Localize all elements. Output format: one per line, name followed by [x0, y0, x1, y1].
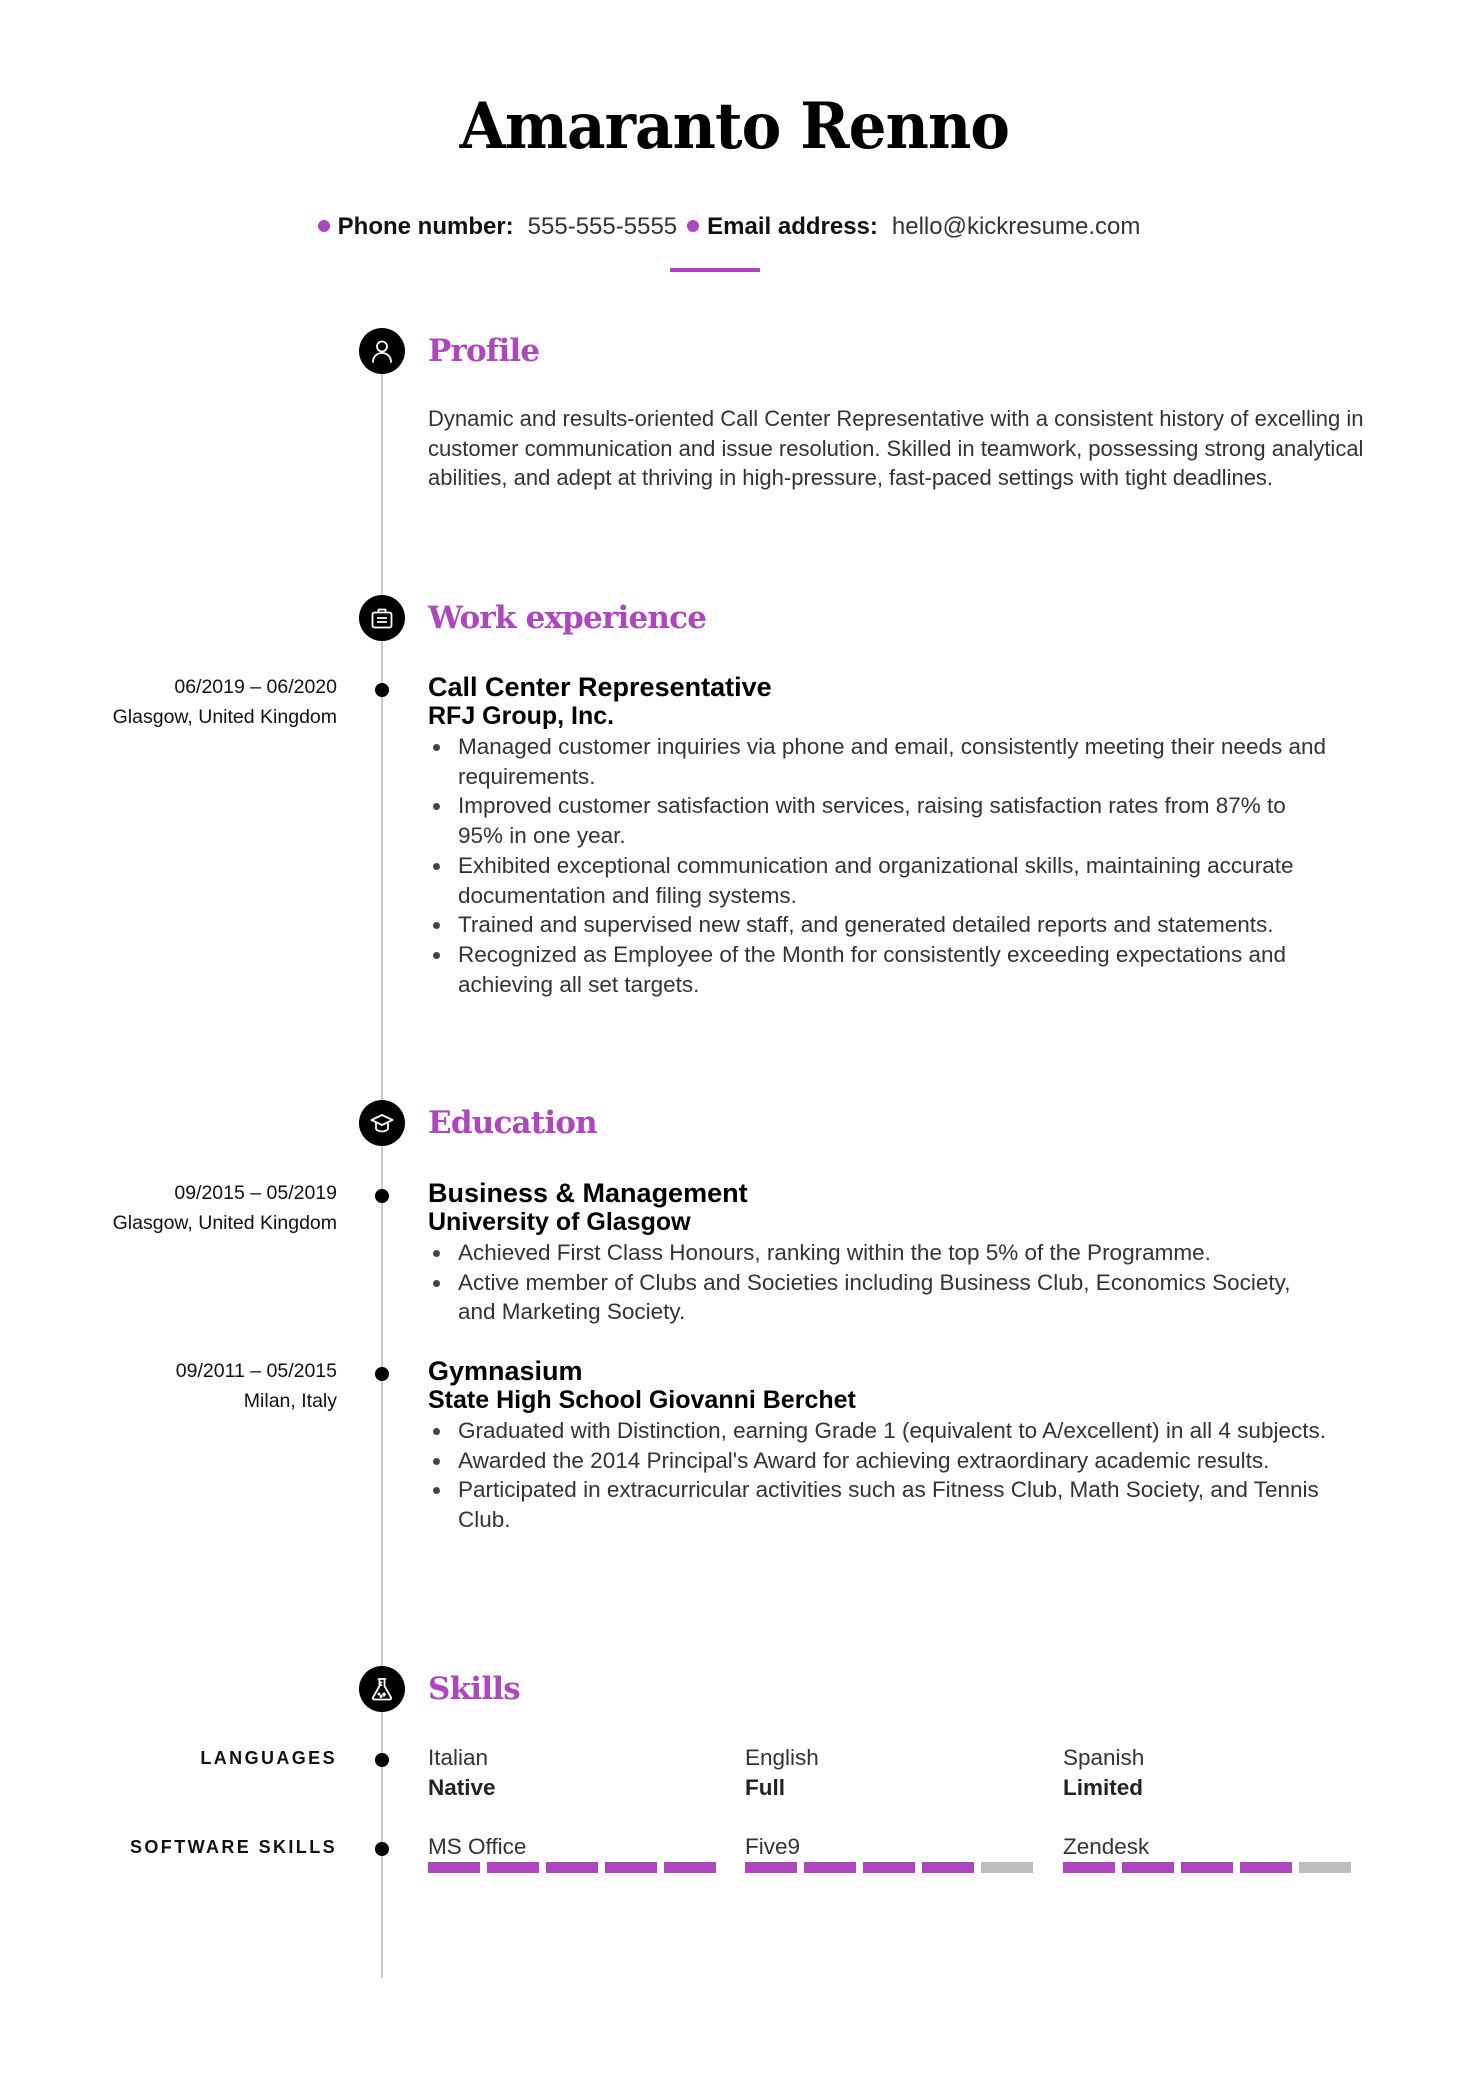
profile-summary: Dynamic and results-oriented Call Center…: [428, 406, 1364, 491]
rating-segment-filled: [1181, 1862, 1233, 1873]
phone-label: Phone number:: [337, 213, 514, 240]
bullet-list: Managed customer inquiries via phone and…: [428, 732, 1328, 999]
rating-segment-filled: [546, 1862, 598, 1873]
candidate-name: Amaranto Renno: [459, 89, 1009, 164]
bullet-item: Awarded the 2014 Principal's Award for a…: [428, 1446, 1328, 1476]
rating-segment-filled: [1063, 1862, 1115, 1873]
language-item: Italian Native: [428, 1743, 728, 1802]
software-skills-label: SOFTWARE SKILLS: [130, 1837, 337, 1857]
rating-segment-empty: [981, 1862, 1033, 1873]
degree-title: Business & Management: [428, 1178, 748, 1208]
job-title: Call Center Representative: [428, 672, 772, 702]
entry-location: Milan, Italy: [243, 1389, 337, 1412]
bullet-item: Improved customer satisfaction with serv…: [428, 791, 1328, 850]
bullet-item: Trained and supervised new staff, and ge…: [428, 910, 1328, 940]
skill-rating-bar: [745, 1862, 1033, 1873]
timeline-dot: [375, 1753, 389, 1767]
user-icon: [359, 328, 405, 374]
section-title-skills: Skills: [428, 1671, 521, 1707]
software-name: Zendesk: [1063, 1834, 1150, 1859]
rating-segment-filled: [664, 1862, 716, 1873]
language-name: Italian: [428, 1745, 489, 1770]
contact-line: Phone number: 555-555-5555 Email address: h…: [0, 212, 1468, 242]
language-item: English Full: [745, 1743, 1045, 1802]
degree-title: Gymnasium: [428, 1356, 583, 1386]
bullet-item: Active member of Clubs and Societies inc…: [428, 1268, 1328, 1327]
rating-segment-filled: [922, 1862, 974, 1873]
email-label: Email address:: [707, 213, 878, 240]
rating-segment-empty: [1299, 1862, 1351, 1873]
bullet-item: Managed customer inquiries via phone and…: [428, 732, 1328, 791]
school-name: University of Glasgow: [428, 1208, 691, 1236]
bullet-item: Exhibited exceptional communication and …: [428, 851, 1328, 910]
briefcase-icon: [359, 595, 405, 641]
section-title-education: Education: [428, 1105, 598, 1141]
education-entry: Gymnasium State High School Giovanni Ber…: [428, 1356, 1328, 1535]
bullet-item: Recognized as Employee of the Month for …: [428, 940, 1328, 999]
bullet-item: Achieved First Class Honours, ranking wi…: [428, 1238, 1328, 1268]
timeline-dot: [375, 1189, 389, 1203]
education-entry: Business & Management University of Glas…: [428, 1178, 1328, 1327]
rating-segment-filled: [605, 1862, 657, 1873]
rating-segment-filled: [804, 1862, 856, 1873]
graduation-cap-icon: [359, 1100, 405, 1146]
school-name: State High School Giovanni Berchet: [428, 1386, 856, 1414]
company-name: RFJ Group, Inc.: [428, 702, 615, 730]
language-level: Full: [745, 1774, 785, 1800]
languages-label: LANGUAGES: [200, 1748, 337, 1768]
entry-dates: 09/2015 – 05/2019: [174, 1182, 337, 1204]
software-name: MS Office: [428, 1834, 527, 1859]
email-value: hello@kickresume.com: [891, 213, 1141, 240]
timeline-dot: [375, 1367, 389, 1381]
skill-rating-bar: [1063, 1862, 1351, 1873]
bullet-list: Graduated with Distinction, earning Grad…: [428, 1416, 1328, 1535]
entry-dates: 09/2011 – 05/2015: [175, 1360, 337, 1382]
language-level: Native: [428, 1774, 496, 1800]
timeline-dot: [375, 1842, 389, 1856]
rating-segment-filled: [1122, 1862, 1174, 1873]
language-level: Limited: [1063, 1774, 1144, 1800]
language-name: English: [745, 1745, 819, 1770]
entry-meta: 09/2011 – 05/2015 Milan, Italy: [60, 1357, 337, 1416]
bullet-item: Participated in extracurricular activiti…: [428, 1475, 1328, 1534]
section-title-profile: Profile: [428, 333, 540, 369]
header-divider: [670, 268, 760, 272]
rating-segment-filled: [863, 1862, 915, 1873]
work-entry: Call Center Representative RFJ Group, In…: [428, 672, 1328, 999]
bullet-list: Achieved First Class Honours, ranking wi…: [428, 1238, 1328, 1327]
language-item: Spanish Limited: [1063, 1743, 1363, 1802]
software-item: MS Office: [428, 1832, 728, 1862]
bullet-item: Graduated with Distinction, earning Grad…: [428, 1416, 1328, 1446]
bullet-dot-icon: [317, 219, 330, 232]
entry-dates: 06/2019 – 06/2020: [174, 676, 337, 698]
section-title-work: Work experience: [428, 600, 707, 636]
phone-value: 555-555-5555: [527, 213, 678, 240]
timeline-dot: [375, 683, 389, 697]
rating-segment-filled: [487, 1862, 539, 1873]
flask-icon: [359, 1666, 405, 1712]
language-name: Spanish: [1063, 1745, 1145, 1770]
rating-segment-filled: [1240, 1862, 1292, 1873]
rating-segment-filled: [428, 1862, 480, 1873]
software-name: Five9: [745, 1834, 801, 1859]
software-item: Five9: [745, 1832, 1045, 1862]
entry-meta: 09/2015 – 05/2019 Glasgow, United Kingdo…: [60, 1179, 337, 1238]
entry-location: Glasgow, United Kingdom: [112, 705, 337, 728]
software-item: Zendesk: [1063, 1832, 1363, 1862]
bullet-dot-icon: [687, 219, 700, 232]
skill-rating-bar: [428, 1862, 716, 1873]
rating-segment-filled: [745, 1862, 797, 1873]
entry-meta: 06/2019 – 06/2020 Glasgow, United Kingdo…: [60, 673, 337, 732]
entry-location: Glasgow, United Kingdom: [112, 1211, 337, 1234]
